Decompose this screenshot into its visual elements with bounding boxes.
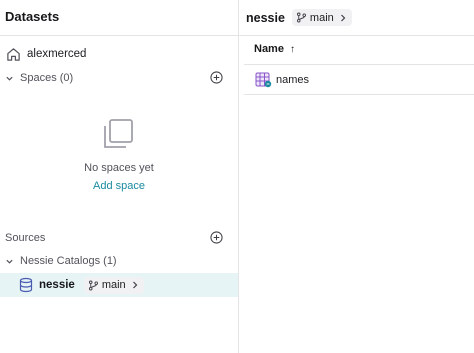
home-item[interactable]: alexmerced [6, 45, 86, 63]
table-name: names [276, 74, 310, 86]
column-header-name[interactable]: Name ↑ [254, 43, 295, 55]
spaces-label: Spaces (0) [20, 72, 74, 84]
branch-label: main [101, 279, 126, 291]
branch-selector[interactable]: main [83, 276, 144, 294]
branch-label: main [309, 11, 334, 24]
nessie-catalogs-label: Nessie Catalogs (1) [20, 255, 117, 267]
chevron-down-icon [3, 72, 15, 84]
header-divider [0, 35, 238, 36]
source-item-nessie[interactable]: nessie main [0, 273, 238, 297]
database-icon [19, 277, 33, 293]
add-source-icon[interactable] [210, 231, 223, 244]
add-space-icon[interactable] [210, 71, 223, 84]
chevron-right-icon [340, 14, 346, 21]
branch-icon [296, 12, 306, 23]
nessie-catalogs-header[interactable]: Nessie Catalogs (1) [3, 253, 235, 269]
empty-spaces-icon [104, 119, 133, 148]
home-label: alexmerced [27, 48, 87, 60]
chevron-down-icon [3, 255, 15, 267]
chevron-right-icon [132, 281, 138, 289]
sources-label: Sources [5, 232, 46, 244]
page-title: nessie [246, 10, 285, 25]
spaces-section-header[interactable]: Spaces (0) [3, 70, 235, 86]
iceberg-table-icon [255, 72, 272, 88]
sort-ascending-icon: ↑ [289, 43, 295, 55]
empty-spaces-text: No spaces yet [84, 162, 154, 174]
branch-selector[interactable]: main [291, 9, 352, 26]
add-space-link[interactable]: Add space [0, 180, 238, 192]
source-contents-panel: nessie main Name ↑ names [239, 0, 474, 353]
column-header-label: Name [254, 43, 284, 55]
table-row-divider [244, 94, 474, 95]
home-icon [7, 47, 20, 61]
datasets-panel: Datasets alexmerced Spaces (0) No spaces… [0, 0, 238, 353]
table-header-divider [244, 64, 474, 65]
header-divider [239, 35, 474, 36]
panel-title: Datasets [5, 9, 60, 24]
table-row[interactable]: names [255, 72, 309, 88]
branch-icon [88, 280, 98, 290]
breadcrumb: nessie main [246, 9, 352, 26]
source-name: nessie [39, 279, 75, 291]
